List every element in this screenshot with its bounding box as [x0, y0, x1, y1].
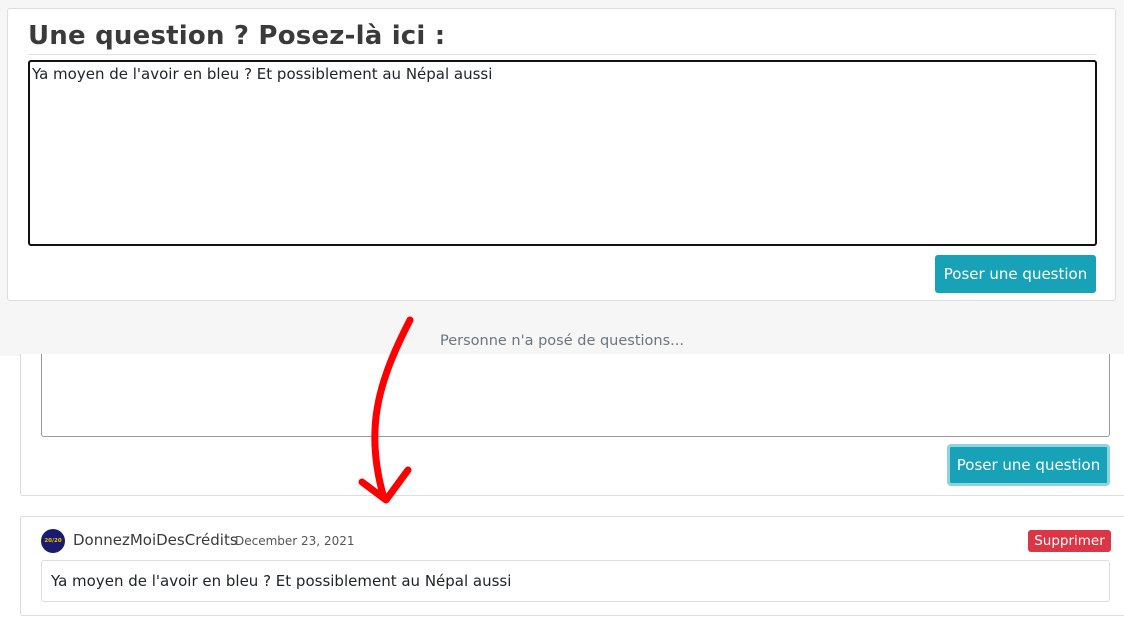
- question-header: 20/20 DonnezMoiDesCrédits December 23, 2…: [41, 529, 1111, 557]
- ask-question-card: Une question ? Posez-là ici : Ya moyen d…: [7, 8, 1116, 301]
- ask-question-title: Une question ? Posez-là ici :: [28, 21, 446, 51]
- question-textarea[interactable]: Ya moyen de l'avoir en bleu ? Et possibl…: [28, 60, 1097, 246]
- ask-question-button[interactable]: Poser une question: [935, 255, 1096, 293]
- title-divider: [28, 54, 1097, 55]
- after-screenshot: Poser une question 20/20 DonnezMoiDesCré…: [0, 354, 1124, 622]
- question-author[interactable]: DonnezMoiDesCrédits: [73, 531, 238, 549]
- before-screenshot: Une question ? Posez-là ici : Ya moyen d…: [0, 0, 1124, 356]
- question-textarea-after[interactable]: [41, 354, 1110, 437]
- ask-question-card-after: Poser une question: [20, 354, 1124, 496]
- delete-question-button[interactable]: Supprimer: [1028, 530, 1111, 552]
- avatar-label: 20/20: [44, 538, 62, 544]
- question-card: 20/20 DonnezMoiDesCrédits December 23, 2…: [20, 516, 1124, 616]
- empty-questions-message: Personne n'a posé de questions...: [439, 333, 685, 349]
- ask-question-button-after[interactable]: Poser une question: [947, 444, 1110, 486]
- avatar[interactable]: 20/20: [41, 529, 65, 553]
- question-date: December 23, 2021: [235, 534, 355, 548]
- question-body: Ya moyen de l'avoir en bleu ? Et possibl…: [41, 560, 1110, 602]
